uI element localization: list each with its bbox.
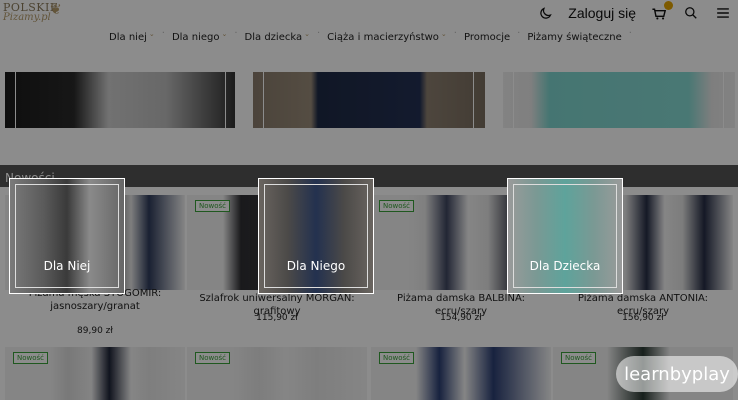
cart-badge bbox=[664, 1, 673, 10]
banner-1[interactable] bbox=[5, 72, 235, 128]
dark-mode-icon[interactable] bbox=[536, 4, 554, 22]
product-price: 156,90 zł bbox=[622, 313, 664, 323]
badge-new: Nowość bbox=[379, 200, 415, 212]
category-label: Dla Niego bbox=[286, 259, 346, 273]
chevron-down-icon: ⌄ bbox=[221, 30, 228, 38]
badge-new: Nowość bbox=[561, 352, 597, 364]
product-card[interactable]: Nowość bbox=[187, 347, 367, 400]
nav-item-dla-dziecka[interactable]: Dla dziecka ⌄ bbox=[240, 28, 315, 46]
badge-new: Nowość bbox=[195, 200, 231, 212]
product-image[interactable]: Nowość bbox=[5, 347, 185, 400]
nav-item-promocje[interactable]: Promocje bbox=[459, 28, 515, 46]
chevron-down-icon: ⌄ bbox=[304, 30, 310, 38]
login-link[interactable]: Zaloguj się bbox=[568, 5, 636, 21]
product-price: 115,90 zł bbox=[256, 313, 298, 323]
site-header: POLSKIE Pizamy.pl ❦ Zaloguj się Dla niej… bbox=[0, 0, 738, 50]
product-card[interactable]: Nowość bbox=[371, 347, 551, 400]
header-actions: Zaloguj się bbox=[536, 0, 732, 26]
banner-2[interactable] bbox=[253, 72, 485, 128]
category-label: Dla Dziecka bbox=[529, 259, 601, 273]
product-price: 89,90 zł bbox=[77, 326, 113, 336]
badge-new: Nowość bbox=[195, 352, 231, 364]
badge-new: Nowość bbox=[379, 352, 415, 364]
category-tile-dla-niego[interactable]: Dla Niego bbox=[258, 178, 374, 294]
watermark: learnbyplay bbox=[616, 356, 738, 392]
category-tile-dla-dziecka[interactable]: Dla Dziecka bbox=[507, 178, 623, 294]
banner-3[interactable] bbox=[503, 72, 735, 128]
nav-item-dla-niego[interactable]: Dla niego ⌄ bbox=[167, 28, 232, 46]
category-label: Dla Niej bbox=[43, 259, 91, 273]
product-image[interactable]: Nowość bbox=[371, 347, 551, 400]
chevron-down-icon: ⌄ bbox=[440, 30, 447, 38]
category-tile-dla-niej[interactable]: Dla Niej bbox=[9, 178, 125, 294]
chevron-down-icon: ⌄ bbox=[148, 30, 155, 38]
search-icon[interactable] bbox=[682, 4, 700, 22]
cart-icon[interactable] bbox=[650, 1, 673, 22]
product-image[interactable]: Nowość bbox=[187, 347, 367, 400]
banner-row bbox=[0, 72, 738, 128]
product-price: 154,90 zł bbox=[440, 313, 482, 323]
nav-item-dla-niej[interactable]: Dla niej ⌄ bbox=[104, 28, 160, 46]
logo-ornament-icon: ❦ bbox=[50, 2, 62, 18]
nav-item-pizamy-swiateczne[interactable]: Piżamy świąteczne bbox=[522, 28, 626, 46]
badge-new: Nowość bbox=[13, 352, 49, 364]
main-navigation: Dla niej ⌄ · Dla niego ⌄ · Dla dziecka ⌄ · … bbox=[0, 28, 738, 46]
product-card[interactable]: Nowość bbox=[5, 347, 185, 400]
nav-item-ciaza[interactable]: Ciąża i macierzyństwo ⌄ bbox=[322, 28, 452, 46]
menu-icon[interactable] bbox=[714, 4, 732, 22]
